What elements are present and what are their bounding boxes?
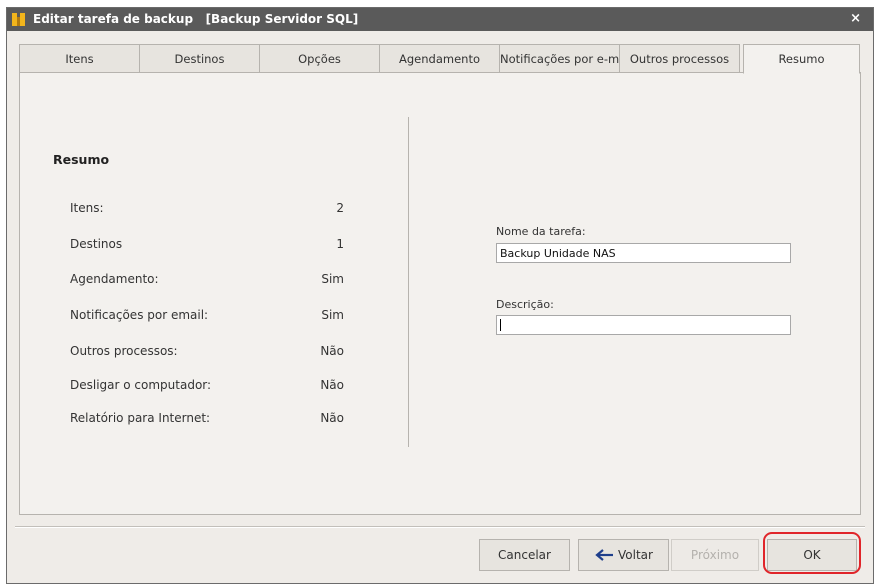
summary-label-relatorio: Relatório para Internet: bbox=[70, 411, 211, 425]
summary-value-desligar: Não bbox=[320, 378, 344, 392]
task-name-label: Nome da tarefa: bbox=[496, 225, 586, 238]
arrow-left-icon bbox=[595, 549, 614, 561]
summary-value-notificacoes: Sim bbox=[321, 308, 344, 322]
summary-label-agendamento: Agendamento: bbox=[70, 272, 159, 286]
tab-agendamento[interactable]: Agendamento bbox=[379, 44, 500, 73]
text-caret bbox=[500, 319, 501, 331]
cancel-button[interactable]: Cancelar bbox=[479, 539, 570, 571]
tab-outros-processos[interactable]: Outros processos bbox=[619, 44, 740, 73]
summary-label-outros-processos: Outros processos: bbox=[70, 344, 178, 358]
back-button[interactable]: Voltar bbox=[578, 539, 669, 571]
summary-label-notificacoes: Notificações por email: bbox=[70, 308, 209, 322]
tab-resumo[interactable]: Resumo bbox=[743, 44, 860, 74]
task-name-input[interactable] bbox=[496, 243, 791, 263]
summary-label-desligar: Desligar o computador: bbox=[70, 378, 212, 392]
vertical-divider bbox=[408, 117, 409, 447]
title-bar: Editar tarefa de backup [Backup Servidor… bbox=[7, 8, 873, 31]
window-title: Editar tarefa de backup [Backup Servidor… bbox=[33, 12, 359, 26]
summary-value-agendamento: Sim bbox=[321, 272, 344, 286]
summary-label-destinos: Destinos bbox=[70, 237, 123, 251]
summary-value-outros-processos: Não bbox=[320, 344, 344, 358]
next-button[interactable]: Próximo bbox=[671, 539, 759, 571]
summary-value-destinos: 1 bbox=[336, 237, 344, 251]
ok-button[interactable]: OK bbox=[767, 539, 857, 571]
description-input[interactable] bbox=[496, 315, 791, 335]
close-icon[interactable]: × bbox=[850, 11, 861, 26]
back-button-label: Voltar bbox=[618, 548, 653, 562]
description-label: Descrição: bbox=[496, 298, 554, 311]
folder-icon bbox=[12, 13, 25, 26]
tab-itens[interactable]: Itens bbox=[19, 44, 140, 73]
footer-separator-highlight bbox=[15, 527, 865, 528]
summary-heading: Resumo bbox=[53, 152, 110, 167]
summary-label-itens: Itens: bbox=[70, 201, 104, 215]
summary-value-itens: 2 bbox=[336, 201, 344, 215]
summary-value-relatorio: Não bbox=[320, 411, 344, 425]
dialog-window: Editar tarefa de backup [Backup Servidor… bbox=[6, 7, 874, 584]
tab-opcoes[interactable]: Opções bbox=[259, 44, 380, 73]
tab-content-panel: Resumo Itens: 2 Destinos 1 Agendamento: … bbox=[19, 72, 861, 515]
tab-destinos[interactable]: Destinos bbox=[139, 44, 260, 73]
tab-notificacoes[interactable]: Notificações por e-mail bbox=[499, 44, 620, 73]
